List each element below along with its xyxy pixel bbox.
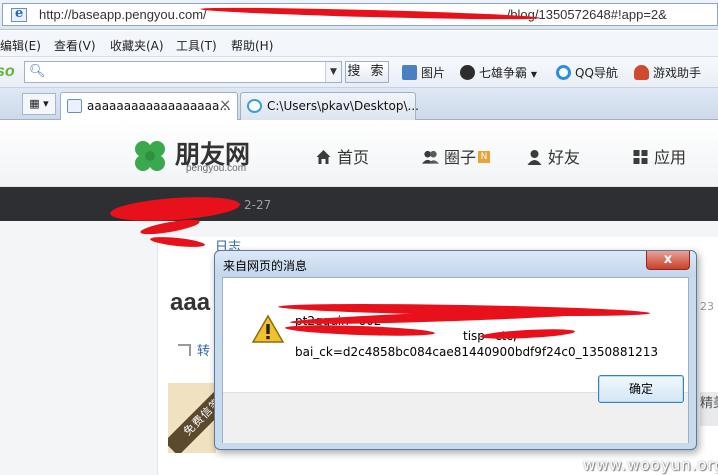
new-badge: N (478, 151, 491, 163)
clover-logo-icon[interactable] (130, 136, 170, 176)
game-icon (460, 65, 475, 80)
toolbar-game-helper[interactable]: 游戏助手 (634, 64, 701, 81)
profile-strip: 2-27 (0, 187, 718, 221)
url-tail: /blog/1350572648#!app=2& (506, 7, 667, 22)
picture-icon (402, 65, 417, 80)
ok-button[interactable]: 确定 (598, 375, 684, 403)
nav-friends[interactable]: 好友 (526, 144, 580, 168)
search-input[interactable]: 🔍︎ ▼ (24, 61, 342, 83)
dialog-titlebar[interactable]: 来自网页的消息 x (215, 251, 696, 277)
dialog-close-button[interactable]: x (646, 251, 690, 270)
search-toolbar: so 🔍︎ ▼ 搜 索 图片 七雄争霸 ▼ QQ导航 游戏助手 (0, 57, 718, 88)
qq-nav-icon (556, 65, 571, 80)
forward-link[interactable]: 转 (178, 340, 210, 359)
tab-bar: ▦ ▾ aaaaaaaaaaaaaaaaaa... × C:\Users\pka… (0, 88, 718, 120)
ie-page-icon (11, 6, 27, 22)
tab-label: aaaaaaaaaaaaaaaaaa... (87, 99, 231, 113)
forward-icon (178, 344, 191, 356)
home-icon (316, 150, 331, 164)
right-snippet: 精美 (700, 392, 718, 426)
dialog-body: pt2gguin=o02 tisp=ctc; bai_ck=d2c4858bc0… (222, 277, 689, 443)
menu-tools[interactable]: 工具(T) (176, 37, 217, 54)
dialog-title: 来自网页的消息 (223, 259, 308, 273)
alert-dialog: 来自网页的消息 x pt2gguin=o02 tisp=ctc; bai_ck=… (214, 250, 697, 450)
brand-domain: pengyou.com (186, 163, 247, 174)
menu-favorites[interactable]: 收藏夹(A) (110, 37, 164, 54)
game-helper-icon (634, 65, 649, 80)
tab-grid-button[interactable]: ▦ ▾ (22, 93, 56, 115)
post-date: 2-27 (244, 198, 272, 212)
warning-icon (251, 314, 285, 343)
toolbar-game-qixiong[interactable]: 七雄争霸 ▼ (460, 64, 537, 81)
tab-blog[interactable]: aaaaaaaaaaaaaaaaaa... × (60, 92, 238, 120)
tab-label: C:\Users\pkav\Desktop\... (267, 99, 419, 113)
toolbar-images[interactable]: 图片 (402, 64, 445, 81)
close-icon[interactable]: × (219, 97, 231, 113)
search-dropdown-icon[interactable]: ▼ (325, 62, 341, 82)
stationery-banner[interactable]: 免费信笺 (168, 383, 216, 453)
nav-home[interactable]: 首页 (315, 144, 369, 168)
search-icon: 🔍︎ (29, 64, 46, 79)
wooyun-watermark: www.wooyun.org (583, 456, 718, 474)
nav-apps[interactable]: 应用 (632, 144, 686, 168)
menu-help[interactable]: 帮助(H) (231, 37, 273, 54)
menu-view[interactable]: 查看(V) (54, 37, 96, 54)
menu-edit[interactable]: 编辑(E) (0, 37, 41, 54)
search-button[interactable]: 搜 索 (345, 61, 389, 83)
360-logo: so (0, 63, 15, 80)
group-icon (422, 150, 439, 164)
tab-local-file[interactable]: C:\Users\pkav\Desktop\... (240, 92, 419, 120)
right-time: 23 (700, 300, 714, 313)
menu-bar: 编辑(E) 查看(V) 收藏夹(A) 工具(T) 帮助(H) (0, 31, 718, 57)
friend-icon (527, 150, 542, 165)
apps-icon (633, 150, 648, 164)
browser-round-icon (247, 99, 262, 113)
message-line-3: bai_ck=d2c4858bc084cae81440900bdf9f24c0_… (295, 345, 658, 359)
toolbar-qq-nav[interactable]: QQ导航 (556, 64, 618, 81)
post-title: aaa (170, 289, 211, 316)
nav-circles[interactable]: 圈子 N (422, 144, 491, 168)
ie-page-icon (67, 99, 82, 113)
free-stationery-ribbon: 免费信笺 (168, 383, 216, 453)
url-text: http://baseapp.pengyou.com/ (39, 7, 207, 22)
